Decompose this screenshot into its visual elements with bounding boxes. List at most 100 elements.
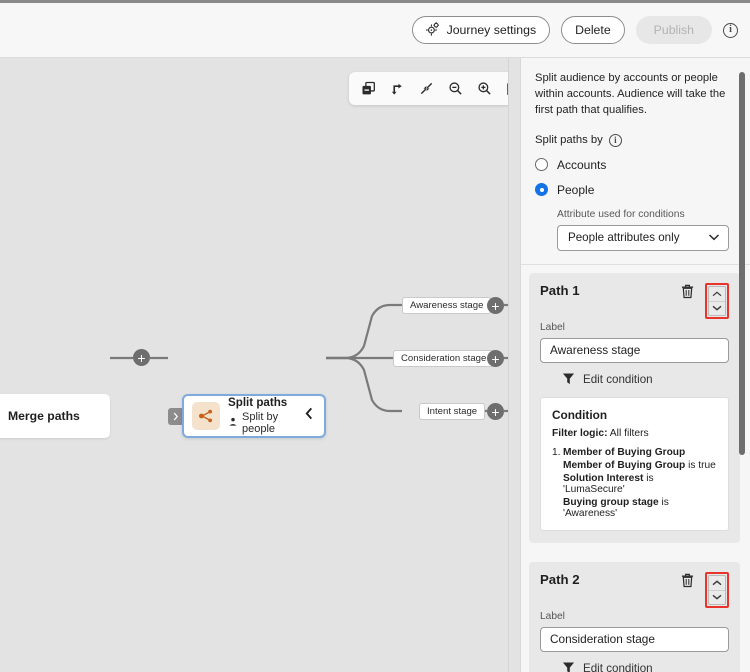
add-step-button-path3[interactable]: + (487, 403, 504, 420)
radio-option-people[interactable]: People (535, 183, 736, 197)
path-1-label-value: Awareness stage (550, 343, 641, 358)
panel-scrollbar-thumb[interactable] (739, 72, 745, 455)
panel-gutter (508, 58, 520, 672)
move-path-2-down-button[interactable] (709, 589, 725, 604)
panel-top-section: Split audience by accounts or people wit… (521, 58, 750, 265)
path-1-filter-logic-value: All filters (609, 427, 649, 439)
split-paths-node[interactable]: Split paths Split by people (182, 394, 326, 438)
info-icon[interactable]: i (723, 22, 738, 38)
branch-label-intent[interactable]: Intent stage (419, 403, 486, 420)
delete-button[interactable]: Delete (561, 16, 625, 44)
split-paths-by-row: Split paths by i (535, 133, 736, 147)
attribute-select[interactable]: People attributes only (557, 224, 729, 251)
move-path-1-down-button[interactable] (709, 300, 725, 315)
chevron-down-icon (712, 594, 722, 600)
branch-label-consideration[interactable]: Consideration stage (393, 350, 495, 367)
delete-path-1-button[interactable] (678, 283, 696, 301)
split-paths-subtitle-row: Split by people (228, 411, 296, 435)
path-2-header: Path 2 (540, 571, 729, 608)
merge-paths-label: Merge paths (8, 409, 80, 423)
attribute-select-value: People attributes only (568, 231, 680, 245)
edit-condition-label-1: Edit condition (583, 373, 653, 387)
condition-rule-attr: Buying group stage (563, 496, 659, 508)
delete-path-2-button[interactable] (678, 572, 696, 590)
path-2-reorder-highlight (705, 571, 729, 608)
path-1-condition-list: 1. Member of Buying Group Member of Buyin… (552, 447, 717, 519)
path-1-reorder-highlight (705, 282, 729, 319)
chevron-down-icon (708, 231, 720, 244)
app-root: Journey settings Delete Publish i Merge … (0, 0, 750, 672)
chevron-up-icon (712, 580, 722, 585)
attribute-block: Attribute used for conditions People att… (557, 209, 736, 251)
path-1-title: Path 1 (540, 282, 580, 298)
path-1-condition-title: Condition (552, 407, 608, 422)
radio-accounts-label: Accounts (557, 157, 607, 172)
map-icon[interactable] (500, 75, 508, 102)
zoom-in-icon[interactable] (471, 75, 498, 102)
journey-canvas[interactable]: Merge paths + Split paths Split by peopl… (0, 58, 508, 672)
gear-icon (425, 21, 440, 39)
info-glyph: i (614, 134, 617, 145)
path-2-reorder-stepper[interactable] (708, 574, 726, 605)
fit-to-screen-icon[interactable] (413, 75, 440, 102)
filter-icon (562, 372, 575, 388)
edit-condition-label-2: Edit condition (583, 662, 653, 672)
zoom-out-icon[interactable] (442, 75, 469, 102)
plus-glyph: + (491, 403, 500, 420)
node-collapse-tab[interactable] (168, 408, 182, 425)
path-1-filter-logic-key: Filter logic: (552, 427, 608, 439)
person-icon (228, 417, 238, 430)
chevron-down-icon (712, 305, 722, 311)
publish-label: Publish (653, 23, 694, 37)
duplicate-icon[interactable] (355, 75, 382, 102)
path-1-label-caption: Label (540, 321, 565, 333)
add-step-button-path2[interactable]: + (487, 350, 504, 367)
merge-paths-node[interactable]: Merge paths (0, 394, 110, 438)
radio-people-label: People (557, 182, 595, 197)
radio-accounts-indicator (535, 158, 548, 172)
condition-rule: Solution Interest is 'LumaSecure' (563, 473, 717, 495)
delete-label: Delete (575, 23, 611, 37)
split-paths-icon (192, 402, 220, 430)
chevron-left-icon[interactable] (304, 407, 316, 425)
plus-glyph: + (491, 297, 500, 314)
radio-option-accounts[interactable]: Accounts (535, 158, 736, 172)
add-step-button-before-split[interactable]: + (133, 349, 150, 366)
info-glyph: i (729, 24, 732, 35)
condition-item: 1. Member of Buying Group Member of Buyin… (552, 447, 717, 519)
attribute-field-label: Attribute used for conditions (557, 208, 685, 220)
chevron-up-icon (712, 291, 722, 296)
journey-settings-label: Journey settings (446, 23, 537, 37)
paths-scroll-area[interactable]: Path 1 Label Awareness stage Edit condit… (521, 265, 750, 672)
canvas-toolbar[interactable] (349, 72, 508, 105)
branch-label-awareness[interactable]: Awareness stage (402, 297, 492, 314)
move-path-2-up-button[interactable] (709, 576, 725, 590)
path-1-label-input[interactable]: Awareness stage (540, 337, 729, 363)
trash-icon (681, 573, 693, 588)
panel-scrollbar-track[interactable] (738, 58, 745, 672)
path-1-condition-box: Condition Filter logic: All filters 1. Me… (540, 396, 729, 531)
path-1-filter-logic: Filter logic: All filters (552, 428, 717, 439)
page-header: Journey settings Delete Publish i (0, 3, 750, 58)
branch-label-text: Consideration stage (401, 353, 487, 364)
edit-condition-button-1[interactable]: Edit condition (562, 372, 729, 388)
condition-rule-attr: Member of Buying Group (563, 459, 686, 471)
path-1-header: Path 1 (540, 282, 729, 319)
split-paths-by-label: Split paths by (535, 134, 603, 147)
split-paths-title: Split paths (228, 395, 288, 409)
split-paths-texts: Split paths Split by people (228, 395, 296, 436)
path-2-label-input[interactable]: Consideration stage (540, 626, 729, 652)
move-path-1-up-button[interactable] (709, 287, 725, 301)
branch-icon[interactable] (384, 75, 411, 102)
split-paths-config-panel: Split audience by accounts or people wit… (520, 58, 750, 672)
add-step-button-path1[interactable]: + (487, 297, 504, 314)
split-paths-by-info-icon[interactable]: i (608, 133, 622, 147)
path-1-reorder-stepper[interactable] (708, 285, 726, 316)
header-actions: Journey settings Delete Publish i (411, 16, 738, 44)
plus-glyph: + (137, 349, 146, 366)
path-card-1: Path 1 Label Awareness stage Edit condit… (529, 272, 740, 543)
edit-condition-button-2[interactable]: Edit condition (562, 661, 729, 672)
journey-settings-button[interactable]: Journey settings (411, 16, 551, 44)
condition-item-name: Member of Buying Group (563, 446, 686, 458)
panel-description: Split audience by accounts or people wit… (535, 72, 726, 116)
